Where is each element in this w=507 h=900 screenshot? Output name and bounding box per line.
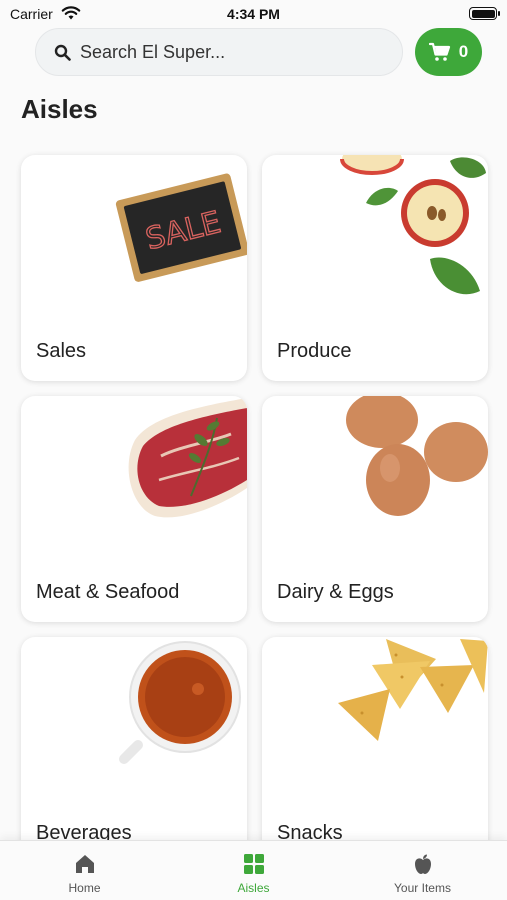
search-icon [54,44,71,61]
aisle-card-produce[interactable]: Produce [262,155,488,381]
search-bar[interactable]: Search El Super... [35,28,403,76]
aisle-card-meat-seafood[interactable]: Meat & Seafood [21,396,247,622]
grid-icon [243,854,264,874]
tea-cup-image [119,641,241,764]
tortilla-chips-image [338,639,488,741]
aisle-card-snacks[interactable]: Snacks [262,637,488,863]
tab-label: Aisles [237,881,270,895]
aisle-card-dairy-eggs[interactable]: Dairy & Eggs [262,396,488,622]
bottom-tab-bar: Home Aisles Your Items [0,840,507,900]
aisle-card-beverages[interactable]: Beverages [21,637,247,863]
cart-icon [428,42,450,61]
status-time: 4:34 PM [227,6,280,22]
search-placeholder: Search El Super... [80,41,226,62]
battery-icon [469,7,500,20]
tab-your-items[interactable]: Your Items [338,841,507,900]
page-title: Aisles [21,94,98,124]
tab-label: Home [68,881,101,895]
steak-image [128,398,247,518]
aisle-label: Dairy & Eggs [277,581,394,603]
eggs-image [346,396,488,516]
home-icon [75,855,94,873]
cart-button[interactable]: 0 [415,28,482,76]
apples-image [340,155,486,295]
tab-label: Your Items [394,881,451,895]
status-bar: Carrier 4:34 PM [0,0,507,28]
aisle-card-sales[interactable]: SALE Sales [21,155,247,381]
tab-home[interactable]: Home [0,841,169,900]
aisle-label: Produce [277,340,352,362]
apple-icon [414,854,431,874]
tab-aisles[interactable]: Aisles [169,841,338,900]
aisle-label: Sales [36,340,87,362]
cart-count: 0 [458,42,469,61]
aisle-label: Meat & Seafood [36,581,180,603]
sale-chalkboard-image: SALE [115,173,247,282]
